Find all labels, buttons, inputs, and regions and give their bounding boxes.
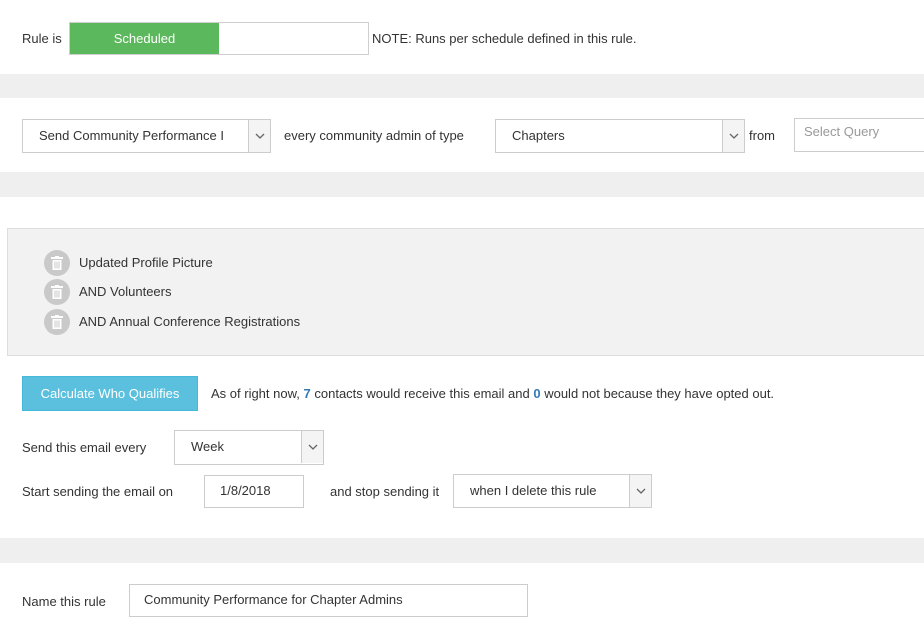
criteria-label: AND Annual Conference Registrations [79,314,301,329]
rule-name-panel: Name this rule Community Performance for… [0,563,924,631]
criteria-schedule-panel: Updated Profile Picture AND Volunteers A… [0,197,924,538]
stop-condition-select[interactable]: when I delete this rule [453,474,652,508]
admin-type-select[interactable]: Chapters [495,119,745,153]
rule-is-label: Rule is [22,31,62,46]
qualify-text-before: As of right now, [211,386,300,401]
frequency-label: Send this email every [22,440,147,455]
start-date-input[interactable]: 1/8/2018 [204,475,304,508]
rule-status-panel: Rule is Scheduled NOTE: Runs per schedul… [0,0,924,74]
chevron-down-icon[interactable] [629,475,651,507]
trash-icon[interactable] [44,309,70,335]
stop-label: and stop sending it [330,484,440,499]
criteria-list: Updated Profile Picture AND Volunteers A… [7,228,924,356]
admin-type-value: Chapters [512,128,565,143]
chevron-down-icon[interactable] [248,120,270,152]
criteria-label: Updated Profile Picture [79,255,213,270]
frequency-value: Week [191,439,224,454]
schedule-note: NOTE: Runs per schedule defined in this … [372,31,637,46]
qualify-text-middle: contacts would receive this email and [314,386,530,401]
qualify-summary: As of right now, 7 contacts would receiv… [211,386,774,401]
from-label: from [749,128,775,143]
calculate-who-qualifies-button[interactable]: Calculate Who Qualifies [22,376,198,411]
chevron-down-icon[interactable] [301,431,323,463]
optout-count: 0 [533,386,541,401]
trash-icon[interactable] [44,250,70,276]
start-date-label: Start sending the email on [22,484,174,499]
rule-name-input[interactable]: Community Performance for Chapter Admins [129,584,528,617]
query-select-input[interactable]: Select Query [794,118,924,152]
stop-condition-value: when I delete this rule [470,483,597,498]
qualify-text-after: would not because they have opted out. [544,386,775,401]
chevron-down-icon[interactable] [722,120,744,152]
email-action-value: Send Community Performance I [39,128,224,143]
recipients-panel: Send Community Performance I every commu… [0,98,924,172]
receive-count: 7 [303,386,311,401]
email-action-select[interactable]: Send Community Performance I [22,119,271,153]
every-admin-label: every community admin of type [284,128,464,143]
frequency-select[interactable]: Week [174,430,324,465]
criteria-label: AND Volunteers [79,284,172,299]
trash-icon[interactable] [44,279,70,305]
rule-status-toggle[interactable]: Scheduled [69,22,369,55]
rule-name-label: Name this rule [22,594,106,609]
toggle-scheduled-state[interactable]: Scheduled [70,23,219,54]
